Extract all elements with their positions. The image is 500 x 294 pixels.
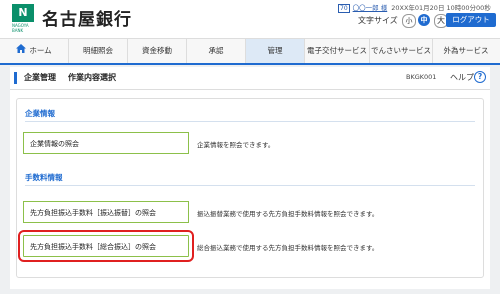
screen-id: BKGK001 [406, 73, 437, 81]
logo-subtext: NAGOYA BANK [12, 23, 29, 33]
fee-transfer-description: 振込振替業務で使用する先方負担手数料情報を照会できます。 [197, 210, 379, 218]
logout-button[interactable]: ログアウト [446, 13, 496, 27]
logo-mark: N [12, 4, 34, 22]
company-info-description: 企業情報を照会できます。 [197, 141, 275, 149]
help-icon[interactable]: ? [474, 71, 486, 83]
help-link[interactable]: ヘルプ [450, 72, 474, 83]
nav-item-densai[interactable]: でんさいサービス [370, 39, 433, 63]
bank-logo[interactable]: N NAGOYA BANK [12, 4, 38, 33]
bank-name: 名古屋銀行 [42, 10, 132, 30]
page-section-title: 企業管理 [24, 73, 56, 82]
nav-item-label: ホーム [29, 46, 52, 55]
font-size-small-button[interactable]: 小 [402, 14, 416, 28]
fee-transfer-button[interactable]: 先方負担振込手数料［振込振替］の照会 [23, 201, 189, 223]
fee-bulk-transfer-button[interactable]: 先方負担振込手数料［総合振込］の照会 [18, 230, 194, 262]
section-title-fees: 手数料情報 [25, 173, 63, 182]
nav-item-home[interactable]: ホーム [0, 39, 69, 63]
last-login-time: 20XX年01月20日 10時00分00秒 [391, 4, 491, 12]
user-badge: 70 [338, 4, 350, 13]
font-size-medium-button[interactable]: 中 [418, 14, 430, 26]
section-divider [25, 121, 475, 122]
title-accent-bar [14, 72, 17, 84]
header: N NAGOYA BANK 名古屋銀行 70 〇〇一郎 様 20XX年01月20日 … [0, 0, 500, 38]
fee-bulk-transfer-description: 総合振込業務で使用する先方負担手数料情報を照会できます。 [197, 244, 379, 252]
user-name-link[interactable]: 〇〇一郎 様 [353, 4, 388, 12]
section-title-company: 企業情報 [25, 109, 55, 118]
page-title-bar: 企業管理 作業内容選択 BKGK001 ヘルプ ? [10, 67, 490, 90]
nav-item-management[interactable]: 管理 [246, 39, 305, 63]
menu-card: 企業情報 企業情報の照会 企業情報を照会できます。 手数料情報 先方負担振込手数… [16, 98, 484, 278]
nav-item-e-delivery[interactable]: 電子交付サービス [305, 39, 370, 63]
main-nav: ホーム 明細照会 資金移動 承認 管理 電子交付サービス でんさいサービス 外為… [0, 38, 500, 65]
home-icon [16, 39, 27, 63]
user-info: 70 〇〇一郎 様 20XX年01月20日 10時00分00秒 [338, 2, 491, 13]
company-info-button[interactable]: 企業情報の照会 [23, 132, 189, 154]
section-divider [25, 185, 475, 186]
nav-item-transfer[interactable]: 資金移動 [128, 39, 187, 63]
main-content: 企業管理 作業内容選択 BKGK001 ヘルプ ? 企業情報 企業情報の照会 企… [10, 67, 490, 289]
font-size-label: 文字サイズ [358, 16, 398, 25]
nav-item-approval[interactable]: 承認 [187, 39, 246, 63]
page-title: 作業内容選択 [68, 73, 116, 82]
nav-item-forex[interactable]: 外為サービス [433, 39, 499, 63]
nav-item-statements[interactable]: 明細照会 [69, 39, 128, 63]
